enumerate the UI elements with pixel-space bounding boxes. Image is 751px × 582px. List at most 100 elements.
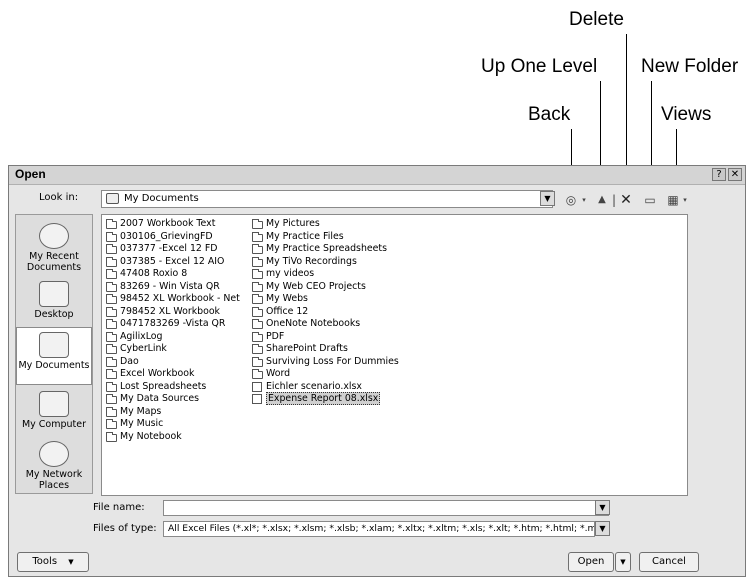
item-label: 2007 Workbook Text [120, 218, 216, 229]
folder-icon [106, 193, 119, 204]
place-my-documents[interactable]: My Documents [16, 327, 92, 385]
close-button[interactable]: ✕ [728, 168, 742, 181]
files-of-type-select[interactable]: All Excel Files (*.xl*; *.xlsx; *.xlsm; … [163, 521, 595, 537]
folder-icon [106, 219, 117, 229]
file-name-input[interactable] [163, 500, 609, 516]
globe-icon [39, 441, 69, 467]
open-dialog: Open ? ✕ Look in: My Documents ▼ ◎ ▾ ▲ |… [8, 165, 746, 577]
folder-item[interactable]: AgilixLog [106, 331, 240, 344]
folder-icon [252, 256, 263, 267]
folder-item[interactable]: My Web CEO Projects [252, 281, 399, 294]
folder-item[interactable]: 037385 - Excel 12 AIO [106, 256, 240, 269]
folder-item[interactable]: Excel Workbook [106, 368, 240, 381]
item-label: AgilixLog [120, 330, 163, 342]
up-one-level-button[interactable]: ▲ [594, 192, 610, 208]
item-label: My Pictures [266, 218, 320, 229]
toolbar-separator: | [612, 193, 617, 207]
folder-item[interactable]: 798452 XL Workbook [106, 306, 240, 319]
folder-icon [106, 431, 117, 442]
new-folder-button[interactable]: ▭ [642, 192, 658, 208]
callout-views: Views [661, 104, 712, 125]
folder-icon [252, 231, 263, 242]
tools-button[interactable]: Tools ▼ [17, 552, 89, 572]
views-button[interactable]: ▦ [665, 192, 681, 208]
folder-item[interactable]: My Data Sources [106, 393, 240, 406]
chevron-down-icon: ▼ [68, 558, 74, 566]
folder-item[interactable]: PDF [252, 331, 399, 344]
place-label: My Network Places [25, 469, 83, 491]
folder-item[interactable]: OneNote Notebooks [252, 318, 399, 331]
folder-item[interactable]: My Maps [106, 406, 240, 419]
open-dropdown-button[interactable]: ▼ [615, 552, 631, 572]
folder-item[interactable]: Word [252, 368, 399, 381]
callout-delete: Delete [569, 9, 624, 30]
folder-item[interactable]: Dao [106, 356, 240, 369]
folder-item[interactable]: Surviving Loss For Dummies [252, 356, 399, 369]
folder-icon [106, 231, 117, 242]
item-label: SharePoint Drafts [266, 343, 348, 354]
look-in-label: Look in: [39, 192, 79, 203]
folder-item[interactable]: SharePoint Drafts [252, 343, 399, 356]
folder-icon [252, 331, 263, 342]
file-item[interactable]: Expense Report 08.xlsx [252, 392, 399, 406]
file-name-label: File name: [93, 502, 145, 513]
folder-icon [106, 406, 117, 417]
file-list[interactable]: 2007 Workbook Text 030106_GrievingFD 03737… [101, 214, 688, 496]
folder-item[interactable]: my videos [252, 268, 399, 281]
folder-item[interactable]: My Webs [252, 293, 399, 306]
back-dropdown-icon[interactable]: ▾ [580, 192, 588, 208]
dialog-title: Open [15, 167, 46, 181]
look-in-select[interactable]: My Documents [101, 190, 553, 208]
item-label: PDF [266, 330, 285, 342]
folder-item[interactable]: 037377 -Excel 12 FD [106, 243, 240, 256]
item-label: My Web CEO Projects [266, 280, 366, 292]
help-button[interactable]: ? [712, 168, 726, 181]
item-label: Dao [120, 355, 139, 367]
item-label: 47408 Roxio 8 [120, 268, 188, 279]
folder-item[interactable]: My Practice Spreadsheets [252, 243, 399, 256]
folder-icon [252, 319, 263, 329]
item-label: Word [266, 368, 291, 379]
place-label: My Recent Documents [26, 251, 82, 273]
chevron-down-icon: ▼ [599, 503, 606, 512]
chevron-down-icon: ▼ [620, 558, 626, 566]
folder-item[interactable]: CyberLink [106, 343, 240, 356]
folder-item[interactable]: 030106_GrievingFD [106, 231, 240, 244]
folder-icon [252, 356, 263, 367]
folder-item[interactable]: 2007 Workbook Text [106, 218, 240, 231]
folder-icon [106, 269, 117, 279]
callout-up-one-level: Up One Level [481, 56, 598, 77]
file-name-dropdown-button[interactable]: ▼ [595, 500, 610, 515]
cancel-button[interactable]: Cancel [639, 552, 699, 572]
folder-item[interactable]: 47408 Roxio 8 [106, 268, 240, 281]
computer-icon [39, 391, 69, 417]
folder-item[interactable]: My Music [106, 418, 240, 431]
folder-item[interactable]: My Notebook [106, 431, 240, 444]
folder-icon [106, 319, 117, 329]
folder-item[interactable]: My Pictures [252, 218, 399, 231]
callout-new-folder: New Folder [641, 56, 739, 77]
folder-item[interactable]: My TiVo Recordings [252, 256, 399, 269]
folder-icon [252, 281, 263, 292]
folder-item[interactable]: 98452 XL Workbook - Net [106, 293, 240, 306]
folder-icon [106, 281, 117, 292]
item-label: 030106_GrievingFD [120, 230, 213, 242]
folder-icon [252, 344, 263, 354]
folder-item[interactable]: My Practice Files [252, 231, 399, 244]
open-button[interactable]: Open [568, 552, 614, 572]
folder-item[interactable]: Office 12 [252, 306, 399, 319]
folder-icon [106, 331, 117, 342]
delete-button[interactable]: ✕ [618, 192, 634, 208]
back-button[interactable]: ◎ [563, 192, 579, 208]
files-of-type-dropdown-button[interactable]: ▼ [595, 521, 610, 536]
folder-item[interactable]: 83269 - Win Vista QR [106, 281, 240, 294]
place-my-recent-documents[interactable]: My Recent Documents [16, 219, 92, 277]
folder-icon [252, 369, 263, 379]
item-label: 98452 XL Workbook - Net [120, 293, 240, 304]
item-label: CyberLink [120, 343, 167, 354]
look-in-dropdown-button[interactable]: ▼ [540, 191, 555, 206]
folder-item[interactable]: Lost Spreadsheets [106, 381, 240, 394]
place-my-network-places[interactable]: My Network Places [16, 437, 92, 495]
views-dropdown-icon[interactable]: ▾ [681, 192, 689, 208]
folder-item[interactable]: 0471783269 -Vista QR [106, 318, 240, 331]
